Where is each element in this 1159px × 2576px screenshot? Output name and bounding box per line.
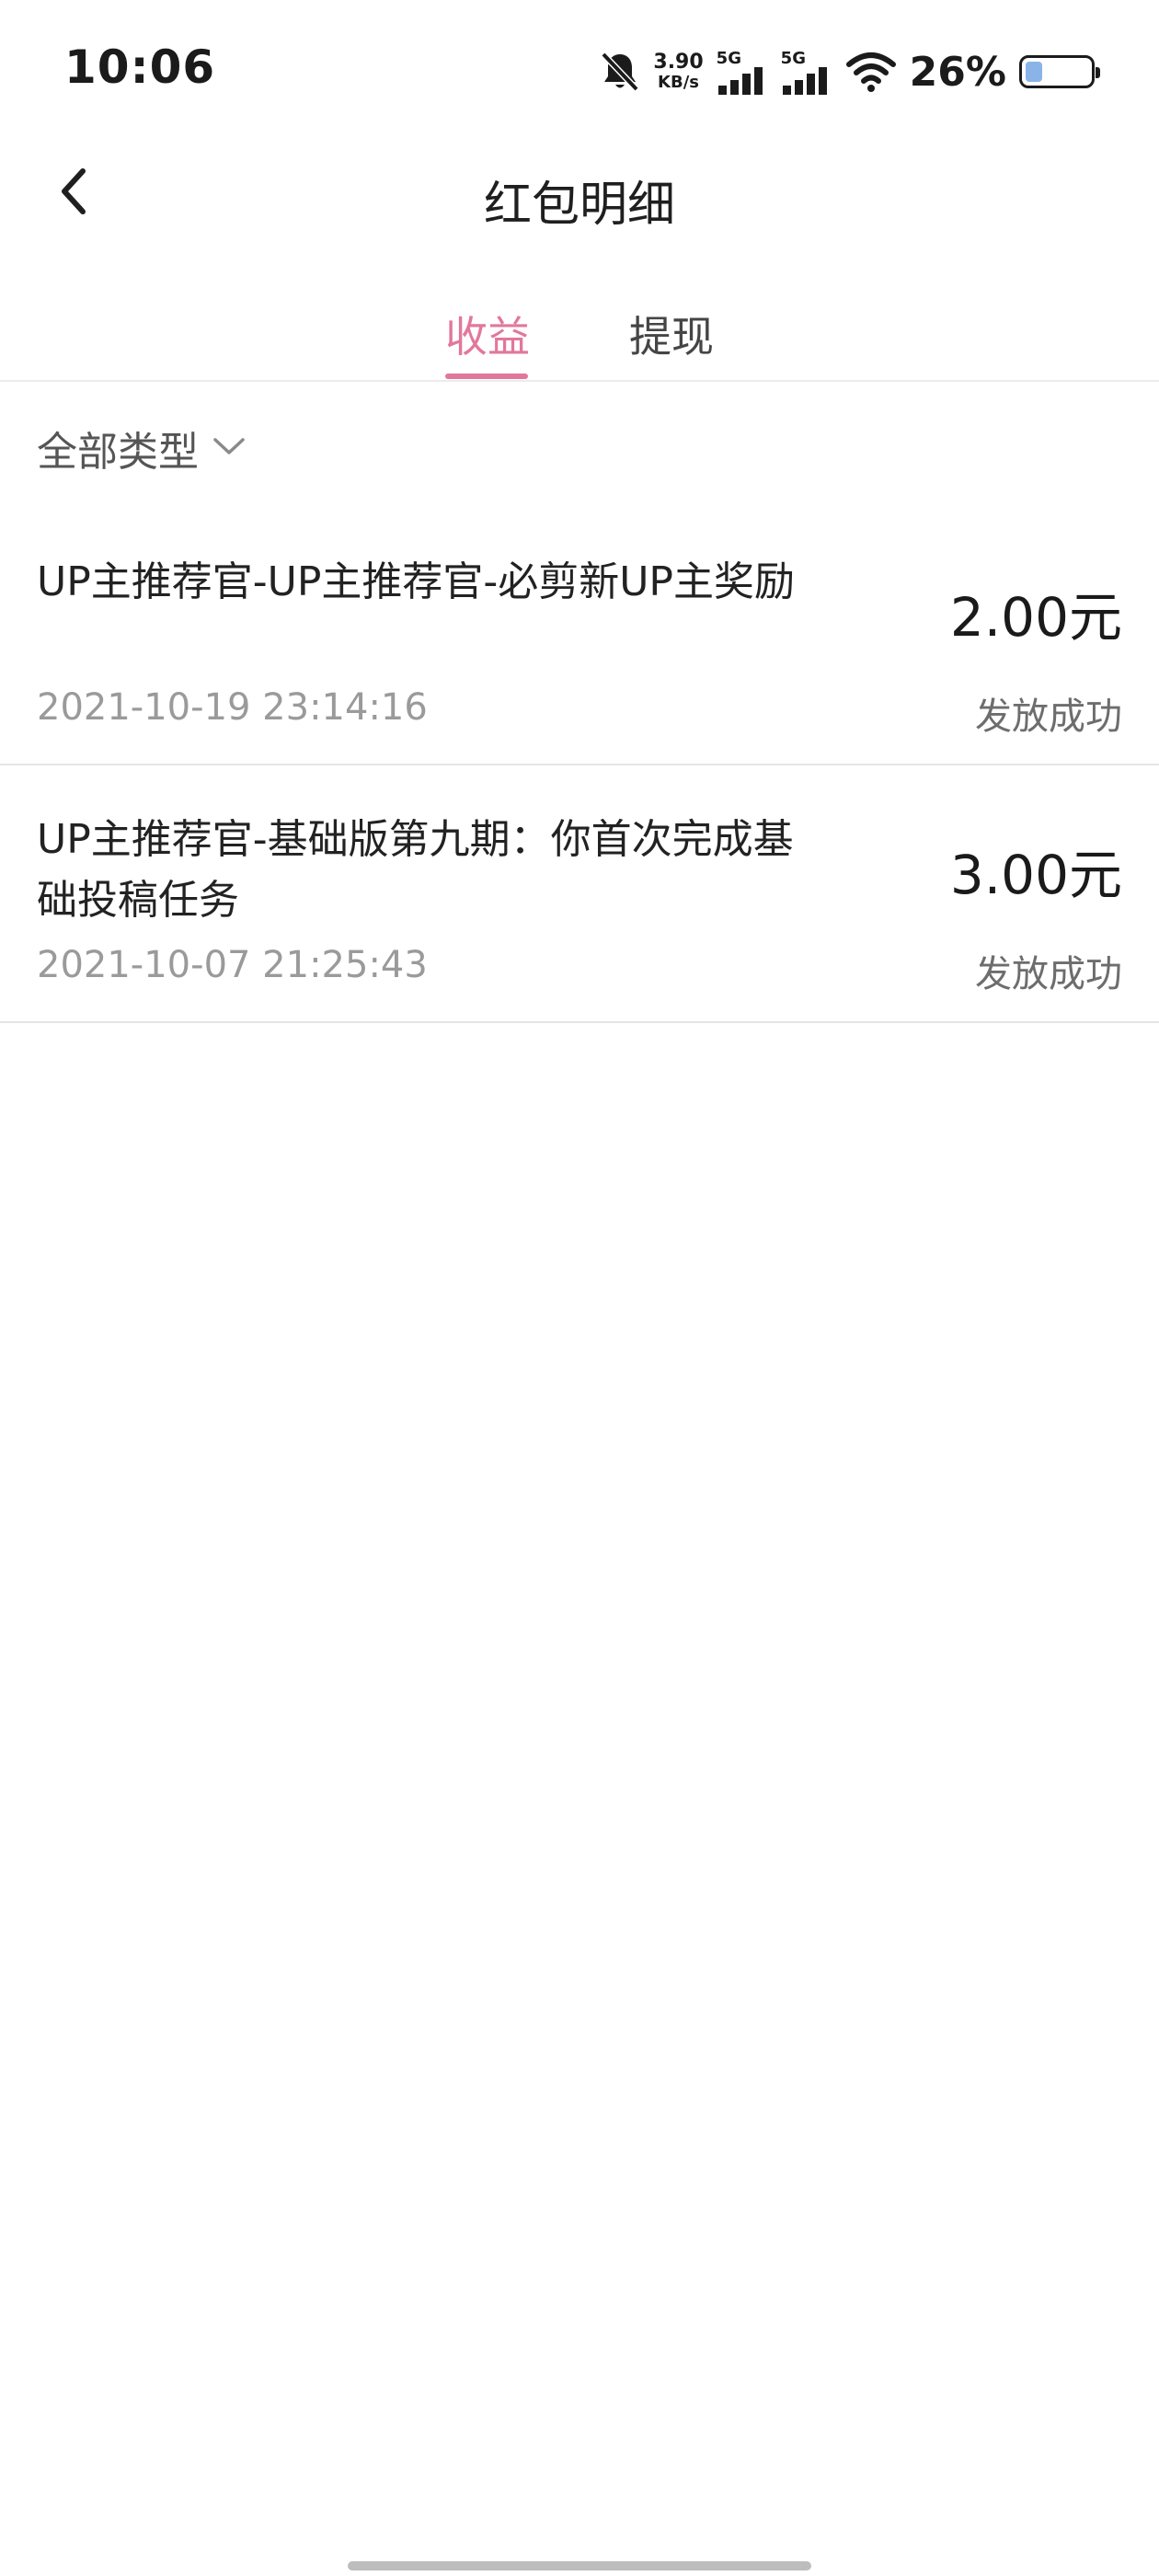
sim1-label: 5G: [716, 49, 741, 68]
battery-percent: 26%: [909, 48, 1006, 96]
tab-income[interactable]: 收益: [445, 304, 530, 364]
record-amount: 2.00元: [949, 586, 1122, 649]
record-item[interactable]: UP主推荐官-基础版第九期：你首次完成基础投稿任务 3.00元 2021-10-…: [0, 765, 1159, 1023]
tab-active-indicator: [445, 374, 528, 379]
type-filter-dropdown[interactable]: 全部类型: [37, 419, 247, 477]
net-speed-unit: KB/s: [658, 73, 700, 92]
record-item[interactable]: UP主推荐官-UP主推荐官-必剪新UP主奖励 2.00元 2021-10-19 …: [0, 508, 1159, 765]
bell-off-icon: [600, 51, 640, 93]
home-indicator[interactable]: [348, 2561, 811, 2570]
sim2-label: 5G: [780, 49, 806, 68]
nav-bar: 红包明细: [0, 138, 1159, 248]
page-title: 红包明细: [483, 178, 675, 233]
page: 10:06 3.90 KB/s 5G 5G 26% 红包明细 收益 提现 全部类…: [0, 0, 1159, 2576]
tab-bar: 收益 提现: [0, 276, 1159, 382]
status-bar: 10:06 3.90 KB/s 5G 5G 26%: [0, 0, 1159, 138]
record-status: 发放成功: [975, 953, 1122, 995]
record-title: UP主推荐官-UP主推荐官-必剪新UP主奖励: [37, 558, 795, 605]
status-time: 10:06: [64, 40, 216, 94]
record-status: 发放成功: [975, 696, 1122, 738]
record-amount: 3.00元: [949, 844, 1122, 906]
signal-icon: 5G: [781, 49, 832, 95]
battery-fill: [1026, 62, 1042, 82]
type-filter-label: 全部类型: [37, 429, 199, 476]
chevron-down-icon: [212, 434, 247, 462]
record-time: 2021-10-19 23:14:16: [37, 686, 428, 729]
record-time: 2021-10-07 21:25:43: [37, 944, 428, 986]
wifi-icon: [845, 52, 897, 92]
tab-withdraw[interactable]: 提现: [629, 304, 714, 364]
net-speed-value: 3.90: [653, 51, 704, 74]
signal-icon: 5G: [717, 49, 768, 95]
battery-icon: [1019, 55, 1100, 88]
record-title: UP主推荐官-基础版第九期：你首次完成基础投稿任务: [37, 816, 794, 924]
status-icons: 3.90 KB/s 5G 5G 26%: [600, 42, 1100, 101]
net-speed: 3.90 KB/s: [653, 52, 703, 91]
